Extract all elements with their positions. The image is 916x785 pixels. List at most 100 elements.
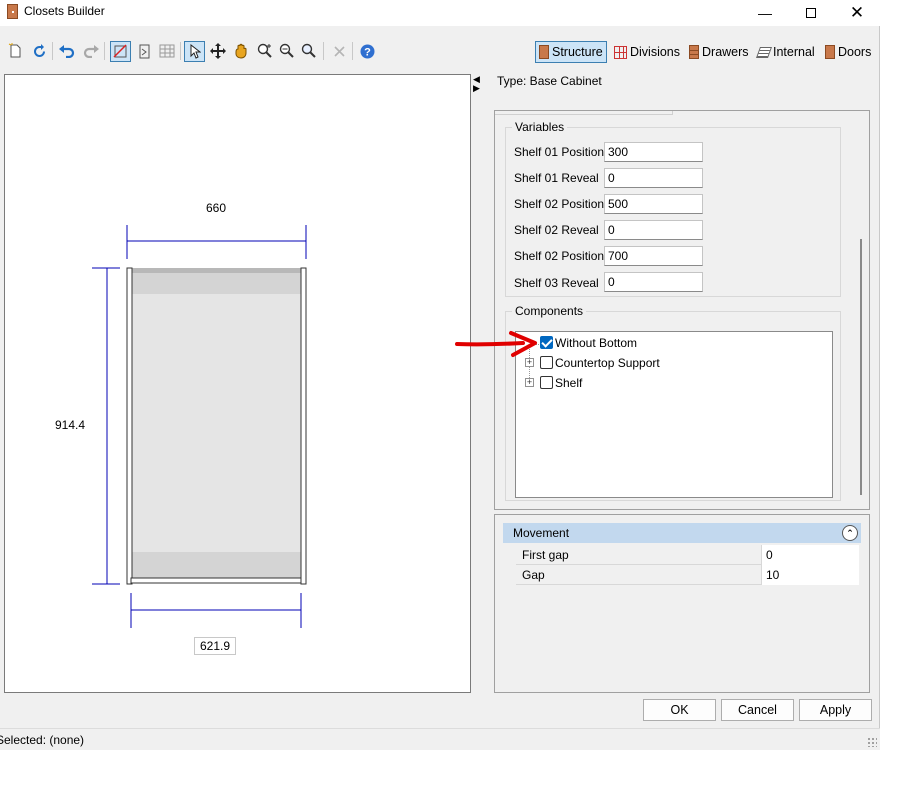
- closets-builder-window: Closets Builder — ✕ ? Structure Division…: [0, 0, 880, 750]
- resize-grip-icon[interactable]: [867, 737, 877, 747]
- components-group-title: Components: [512, 304, 587, 318]
- property-row[interactable]: First gap 0: [516, 545, 859, 565]
- movement-panel: Movement ⌃ First gap 0 Gap 10: [494, 514, 870, 693]
- tab-divisions[interactable]: Divisions: [611, 41, 683, 63]
- drawer-icon: [689, 45, 699, 59]
- cabinet-drawing: [92, 225, 307, 628]
- undo-icon[interactable]: [58, 42, 76, 60]
- variable-input[interactable]: [604, 194, 703, 214]
- property-value[interactable]: 10: [761, 565, 859, 585]
- new-icon[interactable]: [6, 42, 24, 60]
- tab-structure-label: Structure: [552, 45, 603, 59]
- maximize-icon: [806, 8, 816, 18]
- zoom-out-icon[interactable]: [278, 42, 296, 60]
- tree-item-countertop-support[interactable]: + Countertop Support: [516, 354, 816, 372]
- toolbar-separator: [352, 42, 353, 60]
- property-name: First gap: [522, 548, 569, 562]
- variable-input[interactable]: [604, 142, 703, 162]
- variable-label: Shelf 02 Position: [514, 197, 605, 211]
- grid-icon: [614, 45, 627, 59]
- variable-input[interactable]: [604, 220, 703, 240]
- delete-icon[interactable]: [330, 42, 348, 60]
- status-bar: Selected: (none): [0, 728, 880, 750]
- panel-scrollbar[interactable]: [860, 239, 862, 495]
- components-tree[interactable]: Without Bottom + Countertop Support + Sh…: [515, 331, 833, 498]
- top-dimension-line: [126, 225, 307, 259]
- variable-input[interactable]: [604, 272, 703, 292]
- cancel-button[interactable]: Cancel: [721, 699, 794, 721]
- tree-item-label: Without Bottom: [555, 336, 638, 350]
- window-title: Closets Builder: [24, 4, 105, 18]
- redo-icon[interactable]: [82, 42, 100, 60]
- close-icon: ✕: [849, 3, 865, 22]
- section-icon[interactable]: [135, 42, 153, 60]
- tab-internal-label: Internal: [773, 45, 815, 59]
- cabinet-icon: [539, 45, 549, 59]
- property-row[interactable]: Gap 10: [516, 565, 859, 585]
- cabinet-view-icon[interactable]: [110, 41, 131, 62]
- tree-item-without-bottom[interactable]: Without Bottom: [516, 334, 816, 352]
- variable-input[interactable]: [604, 168, 703, 188]
- tab-doors-label: Doors: [838, 45, 872, 59]
- panel-tab-strip: [495, 111, 673, 115]
- shelf-checkbox[interactable]: [540, 376, 553, 389]
- ok-button[interactable]: OK: [643, 699, 716, 721]
- tab-drawers-label: Drawers: [702, 45, 749, 59]
- variables-group-title: Variables: [512, 120, 568, 134]
- collapse-chevron-up-icon[interactable]: ⌃: [842, 525, 858, 541]
- svg-text:?: ?: [364, 46, 371, 58]
- dimension-inner-width-label: 621.9: [194, 637, 237, 655]
- tree-item-label: Countertop Support: [555, 356, 660, 370]
- dimension-width-label: 660: [206, 201, 227, 215]
- property-value[interactable]: 0: [761, 545, 859, 565]
- apply-button[interactable]: Apply: [799, 699, 872, 721]
- tree-item-label: Shelf: [555, 376, 583, 390]
- left-dimension-line: [92, 267, 120, 585]
- move-icon[interactable]: [209, 42, 227, 60]
- tab-internal[interactable]: Internal: [755, 41, 818, 63]
- tree-item-shelf[interactable]: + Shelf: [516, 374, 816, 392]
- cabinet-shape: [126, 267, 307, 585]
- toolbar: ? Structure Divisions Drawers Internal D…: [0, 36, 880, 66]
- tab-doors[interactable]: Doors: [822, 41, 874, 63]
- expand-plus-icon[interactable]: +: [525, 358, 534, 367]
- close-button[interactable]: ✕: [834, 0, 880, 26]
- tab-drawers[interactable]: Drawers: [686, 41, 752, 63]
- variable-label: Shelf 01 Position: [514, 145, 605, 159]
- toolbar-separator: [323, 42, 324, 60]
- tab-divisions-label: Divisions: [630, 45, 681, 59]
- pan-hand-icon[interactable]: [232, 42, 250, 60]
- select-pointer-icon[interactable]: [184, 41, 205, 62]
- variable-label: Shelf 01 Reveal: [514, 171, 599, 185]
- minimize-button[interactable]: —: [742, 0, 788, 26]
- minimize-icon: —: [758, 5, 772, 21]
- help-icon[interactable]: ?: [358, 42, 376, 60]
- variable-input[interactable]: [604, 246, 703, 266]
- dimension-height-label: 914.4: [55, 418, 86, 432]
- table-icon[interactable]: [158, 42, 176, 60]
- toolbar-separator: [180, 42, 181, 60]
- bottom-dimension-line: [130, 593, 302, 628]
- toolbar-separator: [104, 42, 105, 60]
- variable-label: Shelf 02 Position: [514, 249, 605, 263]
- movement-title: Movement: [513, 526, 570, 540]
- zoom-extents-icon[interactable]: [256, 42, 274, 60]
- property-name: Gap: [522, 568, 545, 582]
- maximize-button[interactable]: [788, 0, 834, 26]
- collapse-right-arrow-icon[interactable]: ▶: [473, 84, 480, 93]
- toolbar-separator: [52, 42, 53, 60]
- zoom-icon[interactable]: [300, 42, 318, 60]
- expand-plus-icon[interactable]: +: [525, 378, 534, 387]
- properties-panel: Variables Shelf 01 Position Shelf 01 Rev…: [494, 110, 870, 510]
- internal-icon: [755, 46, 773, 58]
- tab-structure[interactable]: Structure: [535, 41, 607, 63]
- door-icon: [825, 45, 835, 59]
- annotation-arrow-icon: [455, 331, 537, 357]
- refresh-icon[interactable]: [30, 42, 48, 60]
- status-text: Selected: (none): [0, 733, 85, 747]
- variable-label: Shelf 03 Reveal: [514, 276, 599, 290]
- title-bar: Closets Builder — ✕: [0, 0, 880, 26]
- drawing-canvas[interactable]: 660 914.4 621.9: [4, 74, 471, 693]
- cabinet-app-icon: [7, 4, 18, 19]
- movement-category-header[interactable]: Movement ⌃: [503, 523, 861, 543]
